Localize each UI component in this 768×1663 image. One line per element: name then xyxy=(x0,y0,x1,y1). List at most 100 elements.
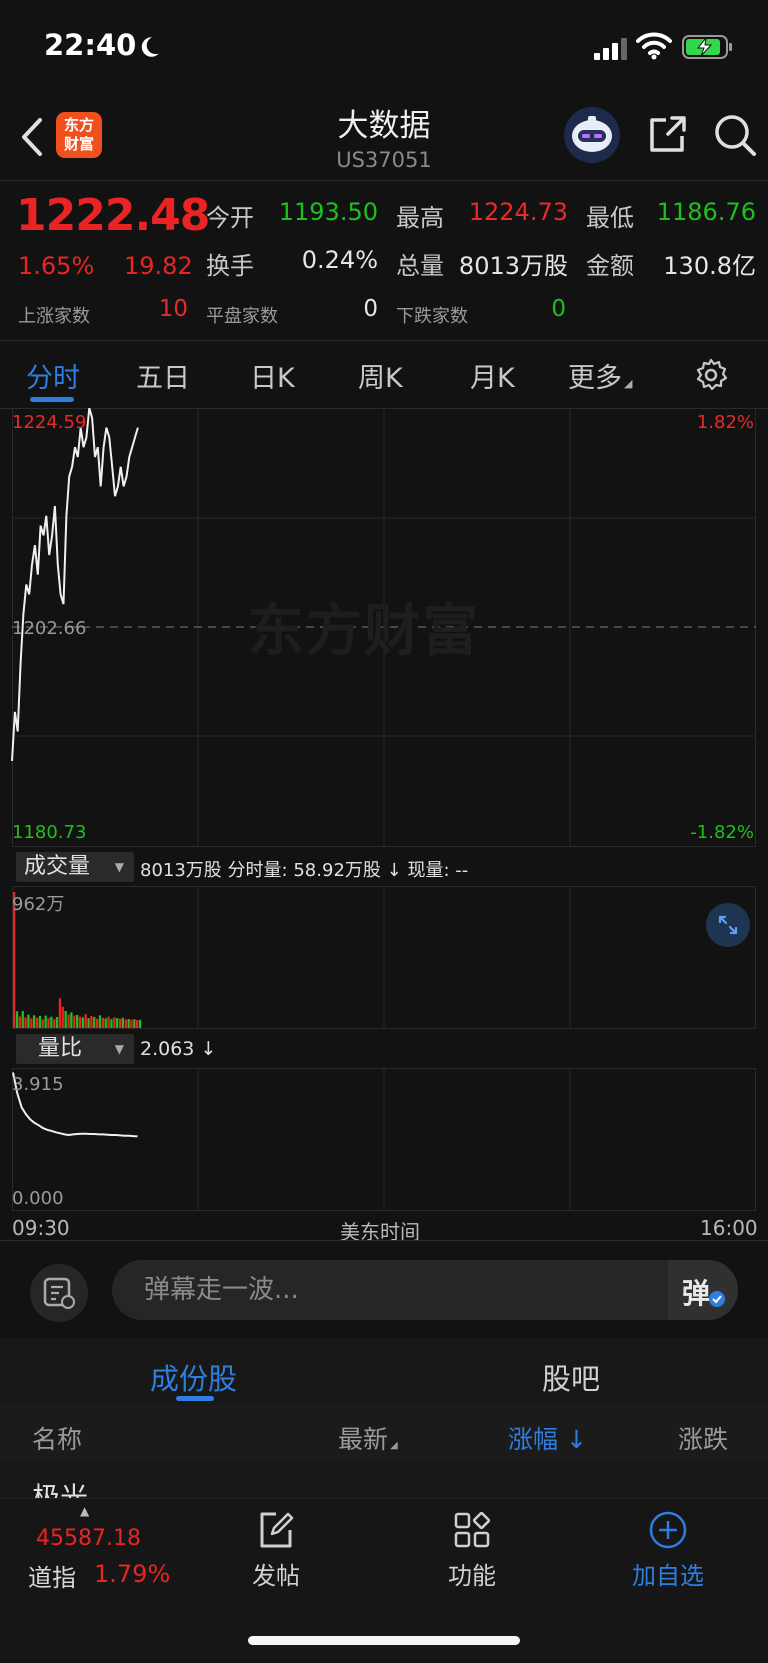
dow-index-pct[interactable]: 1.79% xyxy=(94,1560,170,1588)
volume-bar xyxy=(41,1019,44,1028)
col-change-pct[interactable]: 涨幅 ↓ xyxy=(508,1420,587,1456)
volume-bar xyxy=(44,1015,47,1028)
volume-bar xyxy=(93,1017,96,1028)
price-axis-bottom: 1180.73 xyxy=(12,822,87,843)
col-latest[interactable]: 最新 ◢ xyxy=(338,1420,398,1456)
volume-ratio-select[interactable]: 量比 ▼ xyxy=(16,1034,134,1064)
last-price: 1222.48 xyxy=(16,190,210,241)
up-count: 10 xyxy=(158,296,188,322)
danmu-input[interactable]: 弹幕走一波... xyxy=(112,1260,738,1320)
volume-bar xyxy=(113,1017,116,1028)
pct-axis-top: 1.82% xyxy=(696,412,754,433)
change-value: 19.82 xyxy=(124,252,193,280)
volume-bar-chart xyxy=(13,892,142,1028)
battery-charging-icon xyxy=(682,35,732,59)
volume-bar xyxy=(47,1018,50,1028)
home-indicator[interactable] xyxy=(248,1636,520,1645)
turnover-value: 0.24% xyxy=(301,246,378,274)
volume-bar xyxy=(58,998,62,1028)
volume-bar xyxy=(87,1018,90,1028)
volume-bar xyxy=(104,1018,107,1028)
volume-total: 8013万股 xyxy=(140,860,222,881)
volume-bar xyxy=(90,1015,93,1028)
price-axis-top: 1224.59 xyxy=(12,412,87,433)
active-tab-underline xyxy=(30,397,74,402)
volume-bar xyxy=(81,1017,84,1028)
low-label: 最低 xyxy=(586,204,634,232)
danmu-toggle-button[interactable]: 弹 xyxy=(668,1260,738,1320)
volume-info: 8013万股 分时量: 58.92万股 ↓ 现量: -- xyxy=(140,856,468,882)
expand-arrows-icon xyxy=(718,915,738,935)
tab-more[interactable]: 更多 ◢ xyxy=(568,356,632,395)
volume-bar xyxy=(21,1011,24,1028)
cellular-signal-icon xyxy=(594,38,627,60)
tab-monthly-k[interactable]: 月K xyxy=(470,356,515,395)
tab-weekly-k[interactable]: 周K xyxy=(358,356,403,395)
up-count-label: 上涨家数 xyxy=(18,306,90,327)
tab-forum[interactable]: 股吧 xyxy=(542,1356,600,1398)
high-value: 1224.73 xyxy=(468,198,568,226)
volume-indicator-select[interactable]: 成交量 ▼ xyxy=(16,852,134,882)
expand-up-caret-icon[interactable]: ▲ xyxy=(80,1504,89,1518)
volume-bar xyxy=(24,1017,27,1028)
danmu-settings-icon xyxy=(43,1277,75,1309)
quote-divider xyxy=(0,340,768,341)
volume-label: 总量 xyxy=(396,252,444,280)
sort-caret-icon: ◢ xyxy=(390,1440,398,1451)
tab-constituents[interactable]: 成份股 xyxy=(150,1356,237,1398)
volume-bar xyxy=(98,1015,102,1028)
status-time: 22:40 xyxy=(44,28,137,62)
add-watchlist-icon[interactable] xyxy=(648,1510,688,1550)
functions-grid-icon[interactable] xyxy=(452,1510,492,1550)
volume-axis-top: 962万 xyxy=(12,894,65,915)
volume-ratio-value: 2.063 ↓ xyxy=(140,1038,217,1060)
amount-label: 金额 xyxy=(586,252,634,280)
current-volume: -- xyxy=(455,860,469,881)
tab-daily-k[interactable]: 日K xyxy=(250,356,295,395)
header-divider xyxy=(0,180,768,181)
flat-count-label: 平盘家数 xyxy=(206,306,278,327)
dow-index-name[interactable]: 道指 xyxy=(28,1558,76,1593)
price-axis-mid: 1202.66 xyxy=(12,618,87,639)
nav-functions[interactable]: 功能 xyxy=(432,1556,512,1591)
volume-bar xyxy=(15,1011,19,1028)
col-change[interactable]: 涨跌 xyxy=(678,1420,728,1456)
tab-intraday[interactable]: 分时 xyxy=(26,356,80,395)
search-icon[interactable] xyxy=(712,112,758,158)
volume-bar xyxy=(107,1016,110,1028)
time-axis-start: 09:30 xyxy=(12,1216,70,1240)
tab-five-day[interactable]: 五日 xyxy=(136,356,190,395)
danmu-button-label: 弹 xyxy=(682,1277,711,1310)
pct-axis-bottom: -1.82% xyxy=(690,822,754,843)
assistant-robot-icon[interactable] xyxy=(562,106,622,164)
volume-bar xyxy=(138,1019,142,1028)
down-arrow-icon: ↓ xyxy=(200,1038,217,1060)
table-row-partial[interactable]: 极光 xyxy=(32,1476,88,1498)
volume-bar xyxy=(110,1019,113,1028)
dow-index-value[interactable]: 45587.18 xyxy=(36,1526,141,1551)
nav-post[interactable]: 发帖 xyxy=(236,1556,316,1591)
volume-bar xyxy=(76,1015,79,1028)
volume-bar xyxy=(50,1016,53,1028)
nav-add-watchlist[interactable]: 加自选 xyxy=(618,1556,718,1591)
danmu-settings-button[interactable] xyxy=(30,1264,88,1322)
volume-bar xyxy=(121,1017,124,1028)
sort-desc-arrow-icon: ↓ xyxy=(558,1425,587,1454)
volume-bar xyxy=(27,1014,30,1028)
volume-bar xyxy=(101,1017,104,1028)
down-arrow-icon: ↓ xyxy=(386,860,402,881)
volume-bar xyxy=(30,1018,33,1028)
down-count-label: 下跌家数 xyxy=(396,306,468,327)
compose-post-icon[interactable] xyxy=(256,1510,296,1550)
change-percent: 1.65% xyxy=(18,252,95,280)
amount-value: 130.8亿 xyxy=(663,252,756,280)
chart-settings-gear-icon[interactable] xyxy=(694,358,728,392)
down-count: 0 xyxy=(551,296,566,322)
dropdown-caret-icon: ▼ xyxy=(114,860,124,874)
share-icon[interactable] xyxy=(646,112,690,156)
volume-ratio-label: 量比 xyxy=(38,1036,83,1061)
volume-bar xyxy=(96,1018,99,1028)
expand-chart-button[interactable] xyxy=(706,903,750,947)
volume-bar xyxy=(18,1016,21,1028)
volume-bar xyxy=(61,1006,64,1028)
